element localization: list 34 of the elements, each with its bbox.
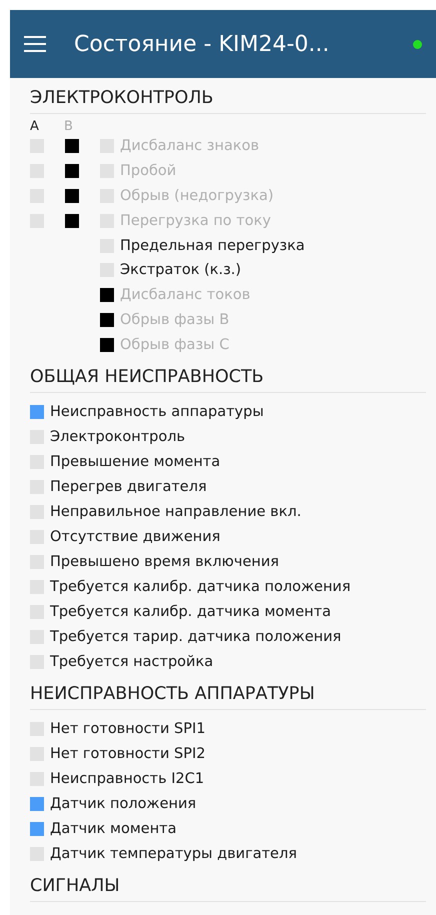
column-label: В [64, 120, 73, 134]
status-label: Отсутствие движения [50, 528, 220, 545]
status-label: Обрыв фазы В [120, 312, 230, 328]
status-label: Неисправность I2C1 [50, 770, 204, 787]
status-label: Предельная перегрузка [120, 238, 305, 254]
status-label: Электроконтроль [50, 428, 186, 445]
status-label: Пробой [120, 163, 176, 180]
status-label: Обрыв фазы С [120, 336, 230, 353]
status-label: Неправильное направление вкл. [50, 504, 302, 520]
section-header: ОБЩАЯ НЕИСПРАВНОСТЬ [30, 367, 426, 394]
section-header: СИГНАЛЫ [30, 876, 426, 902]
status-label: Требуется калибр. датчика момента [50, 604, 331, 620]
status-label: Экстраток (к.з.) [120, 262, 242, 278]
menu-icon[interactable] [24, 36, 46, 52]
status-label: Требуется тарир. датчика положения [50, 628, 342, 645]
status-label: Нет готовности SPI2 [50, 746, 206, 762]
section-header: НЕИСПРАВНОСТЬ АППАРАТУРЫ [30, 684, 426, 710]
column-label: А [30, 120, 40, 134]
section-header: ЭЛЕКТРОКОНТРОЛЬ [30, 88, 426, 114]
status-label: Перегрев двигателя [50, 478, 207, 495]
status-label: Дисбаланс знаков [120, 138, 260, 154]
status-label: Датчик температуры двигателя [50, 846, 297, 862]
status-label: Датчик положения [50, 796, 196, 812]
screen-title: Состояние - KIM24-0... [74, 32, 330, 56]
status-label: Перегрузка по току [120, 212, 271, 229]
status-label: Обрыв (недогрузка) [120, 188, 274, 204]
status-label: Превышение момента [50, 454, 220, 470]
status-label: Требуется калибр. датчика положения [50, 578, 351, 595]
status-label: Превышено время включения [50, 554, 280, 570]
status-label: Неисправность аппаратуры [50, 404, 264, 420]
status-label: Датчик момента [50, 820, 176, 837]
status-label: Требуется настройка [50, 654, 214, 670]
status-label: Нет готовности SPI1 [50, 720, 206, 737]
status-label: Дисбаланс токов [120, 287, 250, 304]
